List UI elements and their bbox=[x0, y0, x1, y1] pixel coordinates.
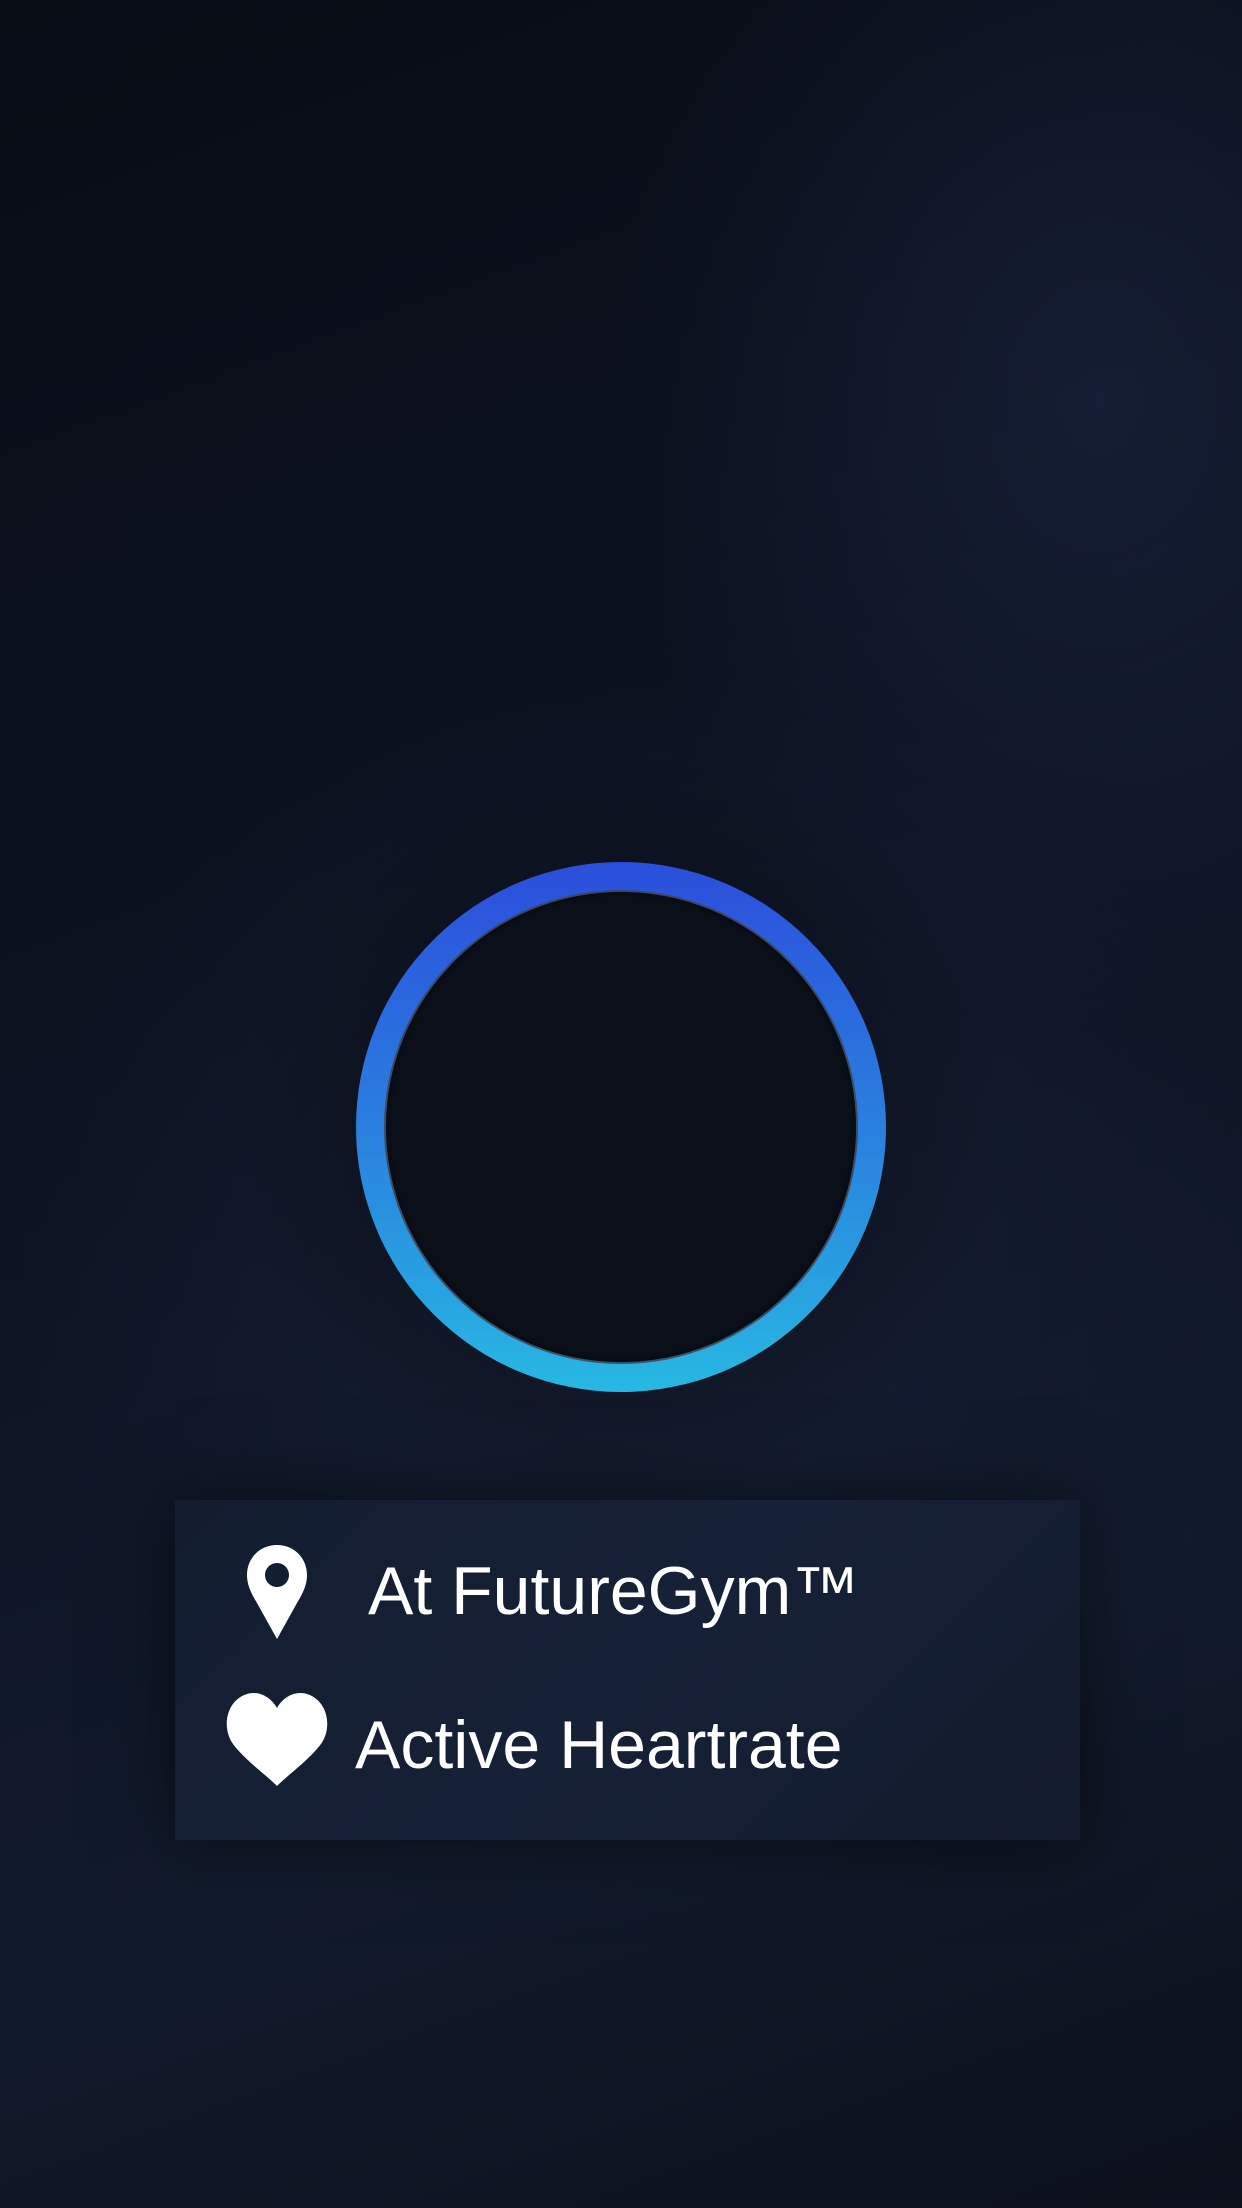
location-label: At FutureGym™ bbox=[368, 1553, 860, 1629]
status-ring-center bbox=[386, 892, 856, 1362]
heartrate-row: Active Heartrate bbox=[175, 1685, 1080, 1805]
status-ring bbox=[236, 742, 1006, 1512]
heartrate-label: Active Heartrate bbox=[355, 1707, 843, 1783]
location-pin-icon bbox=[247, 1545, 307, 1639]
location-row: At FutureGym™ bbox=[175, 1535, 1080, 1655]
heart-icon bbox=[226, 1693, 328, 1786]
info-card: At FutureGym™ Active Heartrate bbox=[175, 1500, 1080, 1840]
